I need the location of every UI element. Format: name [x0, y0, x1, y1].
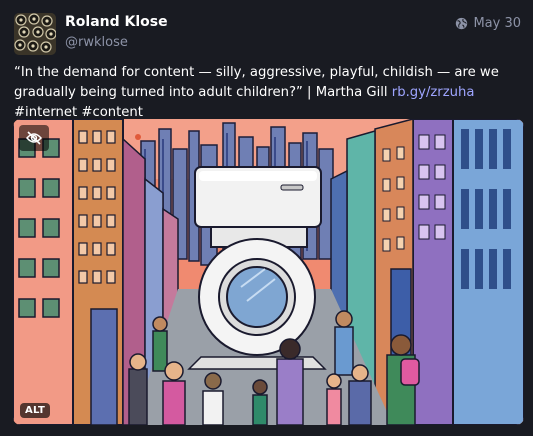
hashtag-content[interactable]: #content: [81, 105, 143, 120]
illustration-image: [13, 119, 524, 425]
post-date[interactable]: May 30: [473, 16, 521, 31]
avatar[interactable]: [14, 13, 56, 55]
media-attachment[interactable]: ALT: [13, 119, 524, 425]
status-content: “In the demand for content — silly, aggr…: [14, 63, 519, 123]
eye-slash-icon: [26, 131, 42, 145]
status-post: Roland Klose @rwklose May 30 “In the dem…: [0, 0, 533, 436]
author-handle[interactable]: @rwklose: [65, 35, 128, 50]
author-display-name[interactable]: Roland Klose: [65, 14, 168, 30]
status-link[interactable]: rb.gy/zrzuha: [392, 85, 475, 100]
globe-icon: [455, 17, 468, 30]
post-meta[interactable]: May 30: [455, 16, 521, 31]
hashtag-internet[interactable]: #internet: [14, 105, 77, 120]
hide-media-button[interactable]: [19, 125, 49, 151]
alt-text-badge[interactable]: ALT: [20, 403, 51, 418]
